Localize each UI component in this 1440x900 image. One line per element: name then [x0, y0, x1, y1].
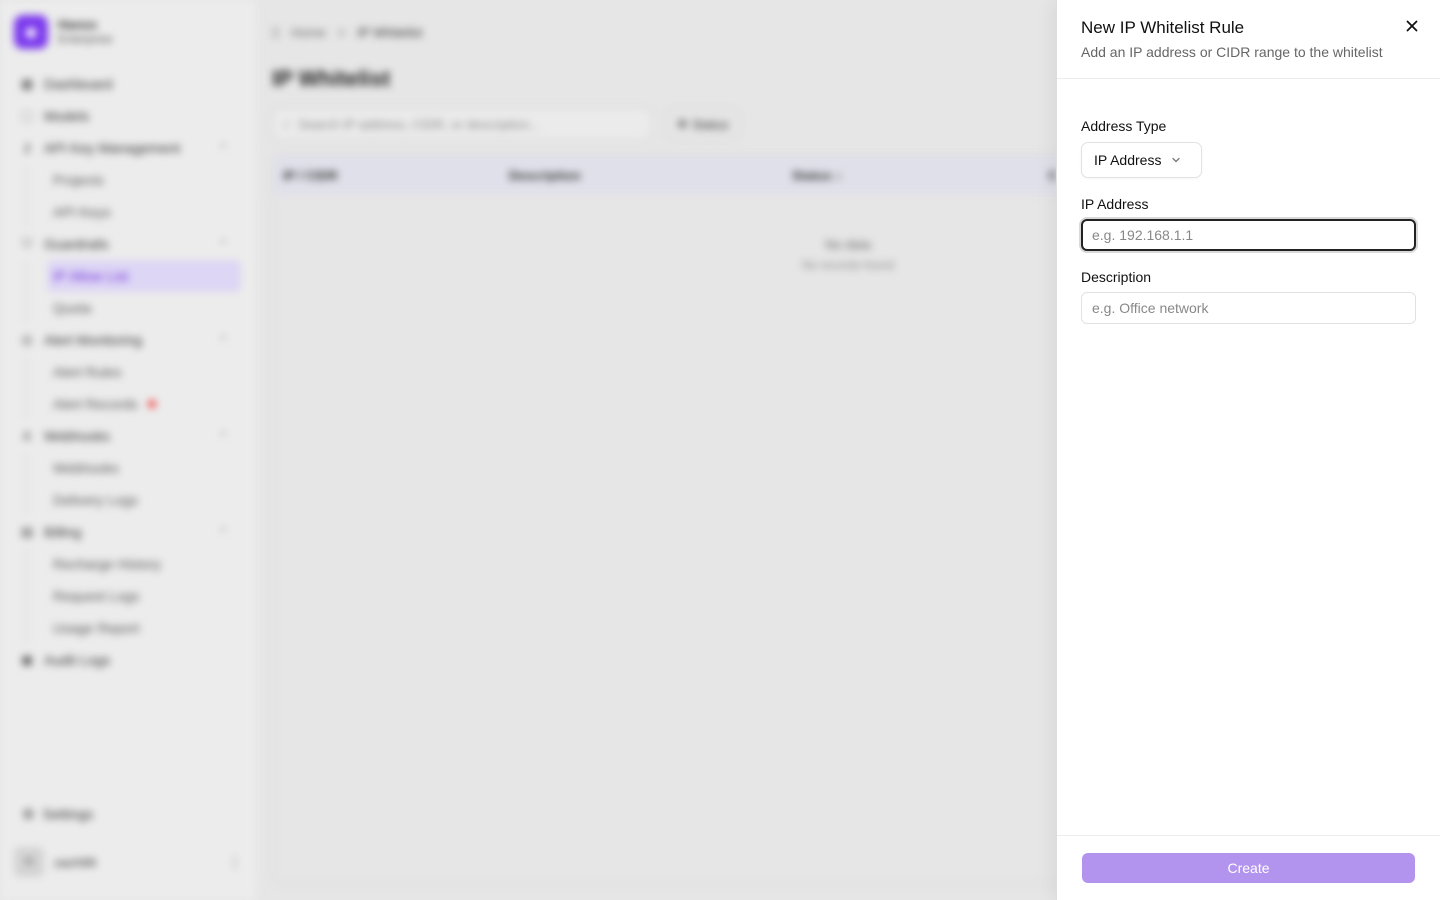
address-type-field: Address Type IP Address [1081, 117, 1416, 178]
sidebar-item-request-logs[interactable]: Request Logs [27, 580, 242, 612]
sidebar-item-alert-monitoring[interactable]: ◎ Alert Monitoring ⌃ [14, 324, 242, 356]
drawer-form: Address Type IP Address IP Address Descr… [1057, 79, 1440, 324]
address-type-label: Address Type [1081, 118, 1167, 134]
user-name: zach99 [54, 854, 96, 870]
description-field: Description [1081, 268, 1416, 324]
sidebar-item-projects[interactable]: Projects [27, 164, 242, 196]
brand-name: Hanzo [58, 17, 97, 32]
brand-sub: Enterprise [58, 32, 113, 46]
sidebar-toggle-icon[interactable]: ▯ [272, 24, 279, 40]
column-header: Description [509, 167, 581, 183]
dashboard-icon: ▦ [20, 76, 34, 91]
search-input[interactable]: ⌕ Search IP address, CIDR, or description… [272, 108, 652, 140]
sidebar-item-usage-report[interactable]: Usage Report [27, 612, 242, 644]
avatar: H [14, 847, 44, 877]
more-icon[interactable]: ⋮ [228, 854, 242, 871]
close-button[interactable] [1400, 14, 1424, 38]
address-type-select[interactable]: IP Address [1081, 142, 1202, 178]
ip-address-field: IP Address [1081, 195, 1416, 251]
sidebar-item-alert-rules[interactable]: Alert Rules [27, 356, 242, 388]
audit-icon: ▣ [20, 652, 34, 667]
sidebar-item-audit-logs[interactable]: ▣ Audit Logs [14, 644, 242, 676]
models-icon: ⬚ [20, 108, 34, 123]
sidebar-item-api-keys[interactable]: API Keys [27, 196, 242, 228]
sidebar-item-webhooks-group[interactable]: ⚓ Webhooks ⌃ [14, 420, 242, 452]
close-icon [1406, 20, 1418, 32]
user-menu[interactable]: H zach99 ⋮ [14, 840, 242, 884]
chevron-up-icon: ⌃ [218, 238, 228, 251]
shield-icon: ⛉ [22, 236, 32, 251]
plus-circle-icon: ⊕ [677, 116, 688, 131]
chevron-up-icon: ⌃ [218, 430, 228, 443]
sidebar-item-recharge-history[interactable]: Recharge History [27, 548, 242, 580]
chevron-up-icon: ⌃ [218, 334, 228, 347]
sidebar-item-billing[interactable]: ▤ Billing ⌃ [14, 516, 242, 548]
drawer-header: New IP Whitelist Rule Add an IP address … [1057, 0, 1440, 79]
sidebar-item-dashboard[interactable]: ▦ Dashboard [14, 68, 242, 100]
sidebar-item-settings[interactable]: ⚙ Settings [14, 798, 242, 830]
billing-icon: ▤ [20, 524, 34, 539]
ip-address-input[interactable] [1081, 219, 1416, 251]
sidebar-item-alert-records[interactable]: Alert Records [27, 388, 242, 420]
alert-icon: ◎ [21, 332, 33, 347]
breadcrumb-current: IP Whitelist [357, 24, 423, 40]
webhook-icon: ⚓ [21, 428, 33, 443]
description-input[interactable] [1081, 292, 1416, 324]
drawer-description: Add an IP address or CIDR range to the w… [1081, 44, 1383, 60]
key-icon: ⚷ [22, 140, 32, 155]
column-header[interactable]: Status ↕ [782, 168, 1038, 183]
status-filter-button[interactable]: ⊕ Status [666, 108, 740, 140]
chevron-up-icon: ⌃ [218, 526, 228, 539]
create-button[interactable]: Create [1082, 853, 1415, 883]
description-label: Description [1081, 269, 1152, 285]
sidebar-item-models[interactable]: ⬚ Models [14, 100, 242, 132]
sidebar-item-delivery-logs[interactable]: Delivery Logs [27, 484, 242, 516]
chevron-down-icon [1172, 157, 1181, 163]
sidebar-item-api-key-management[interactable]: ⚷ API Key Management ⌃ [14, 132, 242, 164]
search-icon: ⌕ [283, 116, 291, 131]
sidebar: ◆ Hanzo Enterprise ▦ Dashboard ⬚ Models ⚷ A… [0, 0, 256, 900]
drawer-footer: Create [1057, 835, 1440, 900]
sidebar-item-quota[interactable]: Quota [27, 292, 242, 324]
chevron-up-icon: ⌃ [218, 142, 228, 155]
sidebar-item-webhooks[interactable]: Webhooks [27, 452, 242, 484]
ip-address-label: IP Address [1081, 196, 1149, 212]
new-rule-drawer: New IP Whitelist Rule Add an IP address … [1056, 0, 1440, 900]
notification-dot [147, 400, 156, 408]
drawer-title: New IP Whitelist Rule [1081, 18, 1245, 37]
breadcrumb-home[interactable]: Home [291, 25, 326, 40]
sidebar-nav: ▦ Dashboard ⬚ Models ⚷ API Key Management ⌃ … [14, 68, 242, 676]
sidebar-item-guardrails[interactable]: ⛉ Guardrails ⌃ [14, 228, 242, 260]
gear-icon: ⚙ [22, 805, 35, 822]
column-header[interactable]: IP / CIDR [273, 168, 499, 183]
address-type-value: IP Address [1094, 152, 1162, 168]
breadcrumb-separator: > [337, 24, 346, 40]
brand-logo-icon: ◆ [14, 15, 48, 49]
brand: ◆ Hanzo Enterprise [14, 14, 242, 50]
sidebar-item-ip-allow-list[interactable]: IP Allow List [47, 260, 241, 292]
column-header: C [1048, 167, 1058, 183]
